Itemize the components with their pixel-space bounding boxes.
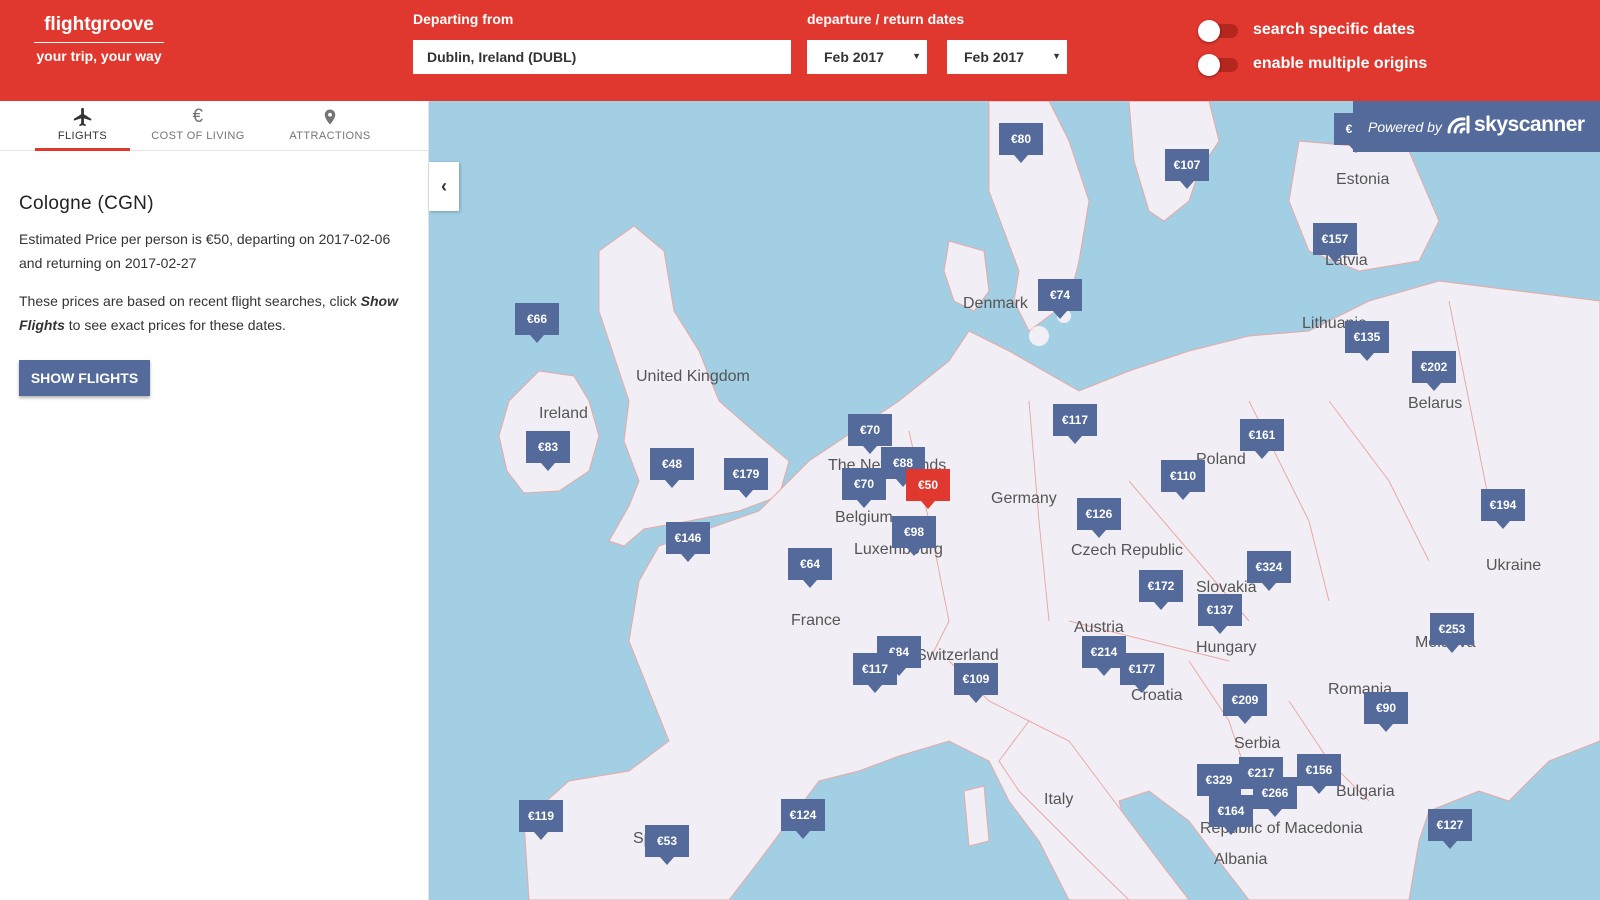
price-marker[interactable]: €126 (1077, 498, 1121, 538)
tab-label: FLIGHTS (57, 130, 108, 142)
country-label: Italy (1044, 791, 1074, 808)
departure-month-value: Feb 2017 (824, 49, 884, 65)
note-suffix: to see exact prices for these dates. (64, 317, 286, 333)
price-marker[interactable]: €98 (892, 516, 936, 556)
multiple-origins-label: enable multiple origins (1253, 55, 1428, 72)
country-label: Austria (1074, 619, 1124, 636)
price-estimate-text: Estimated Price per person is €50, depar… (19, 231, 391, 271)
country-label: Belgium (835, 509, 893, 526)
powered-by-badge[interactable]: Powered by skyscanner (1353, 101, 1600, 152)
tab-bar: FLIGHTS € COST OF LIVING ATTRACTIONS (0, 101, 429, 151)
toggle-knob (1198, 20, 1220, 42)
country-label: Serbia (1234, 735, 1281, 752)
dropdown-caret-icon: ▼ (1052, 51, 1061, 61)
price-marker[interactable]: €124 (781, 799, 825, 839)
destination-title: Cologne (CGN) (19, 193, 154, 214)
price-marker[interactable]: €146 (666, 522, 710, 562)
brand-tagline: your trip, your way (36, 48, 162, 64)
price-marker[interactable]: €202 (1412, 351, 1456, 391)
price-marker[interactable]: €266 (1253, 777, 1297, 817)
price-marker[interactable]: €90 (1364, 692, 1408, 732)
country-label: Belarus (1408, 395, 1463, 412)
price-marker[interactable]: €157 (1313, 223, 1357, 263)
specific-dates-toggle[interactable] (1198, 20, 1238, 42)
return-month-value: Feb 2017 (964, 49, 1024, 65)
price-marker[interactable]: €83 (526, 431, 570, 471)
price-marker[interactable]: €135 (1345, 321, 1389, 361)
brand[interactable]: flightgroove your trip, your way (34, 14, 164, 64)
country-label: Czech Republic (1071, 542, 1184, 559)
top-bar: flightgroove your trip, your way Departi… (0, 0, 1600, 101)
country-label: Albania (1214, 851, 1268, 868)
country-label: Ukraine (1486, 557, 1542, 574)
price-marker[interactable]: €117 (853, 653, 897, 693)
powered-by-label: Powered by (1368, 119, 1442, 135)
price-marker[interactable]: €324 (1247, 551, 1291, 591)
price-marker[interactable]: €137 (1198, 594, 1242, 634)
departure-month-select[interactable]: Feb 2017 ▼ (807, 40, 927, 74)
airplane-icon (35, 106, 130, 130)
skyscanner-cloud-icon (1447, 115, 1470, 134)
collapse-panel-button[interactable]: ‹ (429, 162, 459, 211)
return-month-select[interactable]: Feb 2017 ▼ (947, 40, 1067, 74)
provider-name: skyscanner (1474, 113, 1585, 136)
price-marker[interactable]: €179 (724, 458, 768, 498)
price-marker[interactable]: €109 (954, 663, 998, 703)
side-panel: FLIGHTS € COST OF LIVING ATTRACTIONS Col… (0, 101, 429, 900)
selected-price-marker[interactable]: €50 (906, 469, 950, 509)
price-marker[interactable]: €329 (1197, 764, 1241, 804)
map[interactable]: Estonia Latvia Lithuania Denmark United … (429, 101, 1600, 900)
brand-name: flightgroove (34, 14, 164, 43)
price-marker[interactable]: €66 (515, 303, 559, 343)
price-marker[interactable]: €74 (1038, 279, 1082, 319)
country-label: Hungary (1196, 639, 1257, 656)
note-prefix: These prices are based on recent flight … (19, 293, 361, 309)
tab-flights[interactable]: FLIGHTS (35, 101, 130, 151)
tab-label: ATTRACTIONS (289, 130, 371, 142)
price-marker[interactable]: €194 (1481, 489, 1525, 529)
country-label: Ireland (539, 405, 588, 422)
euro-icon: € (192, 106, 204, 127)
price-marker[interactable]: €172 (1139, 570, 1183, 610)
price-note-text: These prices are based on recent flight … (19, 289, 414, 337)
price-marker[interactable]: €209 (1223, 684, 1267, 724)
skyscanner-logo: skyscanner (1446, 113, 1585, 137)
price-marker[interactable]: €117 (1053, 404, 1097, 444)
country-label: Bulgaria (1336, 783, 1395, 800)
price-marker[interactable]: €127 (1428, 809, 1472, 849)
price-marker[interactable]: €48 (650, 448, 694, 488)
price-marker[interactable]: €64 (788, 548, 832, 588)
price-marker[interactable]: €107 (1165, 149, 1209, 189)
country-label: Estonia (1336, 171, 1390, 188)
tab-cost-of-living[interactable]: € COST OF LIVING (148, 101, 248, 151)
country-label: Denmark (963, 295, 1028, 312)
dropdown-caret-icon: ▼ (912, 51, 921, 61)
toggle-knob (1198, 54, 1220, 76)
price-marker[interactable]: €80 (999, 123, 1043, 163)
price-marker[interactable]: €156 (1297, 754, 1341, 794)
chevron-left-icon: ‹ (441, 176, 447, 196)
country-label: France (791, 612, 841, 629)
price-marker[interactable]: €119 (519, 800, 563, 840)
price-marker[interactable]: €161 (1240, 419, 1284, 459)
tab-attractions[interactable]: ATTRACTIONS (285, 101, 375, 151)
map-pin-icon (285, 106, 375, 130)
price-marker[interactable]: €164 (1209, 795, 1253, 835)
departing-label: Departing from (413, 11, 514, 27)
price-marker[interactable]: €70 (848, 414, 892, 454)
specific-dates-label: search specific dates (1253, 21, 1415, 38)
country-label: United Kingdom (636, 368, 750, 385)
departing-from-input[interactable] (413, 40, 791, 74)
show-flights-button[interactable]: SHOW FLIGHTS (19, 360, 150, 396)
price-marker[interactable]: €53 (645, 825, 689, 865)
tab-label: COST OF LIVING (151, 130, 245, 142)
multiple-origins-toggle[interactable] (1198, 54, 1238, 76)
price-marker[interactable]: €177 (1120, 653, 1164, 693)
price-marker[interactable]: €110 (1161, 460, 1205, 500)
price-marker[interactable]: €70 (842, 468, 886, 508)
dates-label: departure / return dates (807, 11, 965, 27)
price-marker[interactable]: €253 (1430, 613, 1474, 653)
country-label: Germany (991, 490, 1057, 507)
